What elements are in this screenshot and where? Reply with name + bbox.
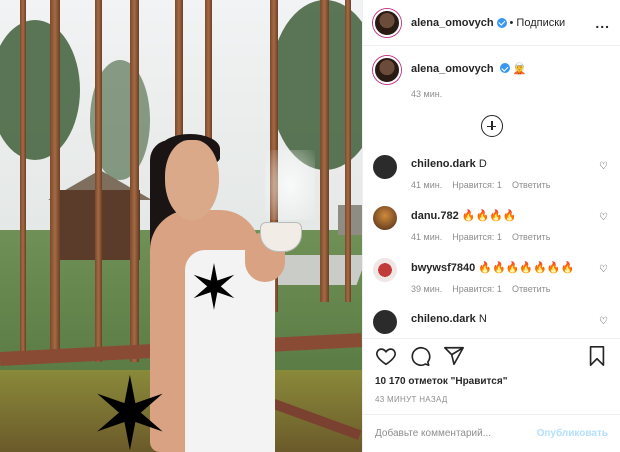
comment-time[interactable]: 41 мин. — [411, 232, 442, 242]
share-plane-icon[interactable] — [443, 345, 465, 367]
comment-text: D — [478, 158, 487, 170]
reply-button[interactable]: Ответить — [512, 232, 550, 242]
like-comment-icon[interactable]: ♡ — [599, 316, 608, 327]
like-comment-icon[interactable]: ♡ — [599, 264, 608, 275]
censor-star-icon: ✶ — [188, 254, 240, 323]
avatar[interactable] — [373, 310, 397, 334]
avatar[interactable] — [373, 155, 397, 179]
post-photo[interactable]: ✶ ✶ — [0, 0, 362, 452]
photo-tree-trunk — [95, 0, 102, 362]
comment-username[interactable]: danu.782 — [411, 210, 459, 222]
caption-text: alena_omovych 🧝 43 мин. — [411, 62, 526, 99]
like-heart-icon[interactable] — [375, 345, 397, 367]
comments-list[interactable]: alena_omovych 🧝 43 мин. chileno.dark D 4… — [363, 46, 620, 338]
like-comment-icon[interactable]: ♡ — [599, 161, 608, 172]
post-time[interactable]: 43 МИНУТ НАЗАД — [363, 387, 620, 414]
likes-count[interactable]: 10 170 отметок "Нравится" — [363, 372, 620, 387]
censor-star-icon: ✶ — [88, 359, 172, 452]
photo-tree-trunk — [130, 0, 139, 362]
comment-bubble-icon[interactable] — [409, 345, 431, 367]
comment-item: bwywsf7840 🔥🔥🔥🔥🔥🔥🔥 39 мин. Нравится: 1 О… — [373, 258, 610, 294]
comment-text: 🔥🔥🔥🔥 — [461, 210, 517, 222]
header-username[interactable]: alena_omovych — [411, 17, 494, 29]
photo-tree-trunk — [345, 0, 351, 302]
verified-icon — [499, 63, 510, 73]
comment-likes[interactable]: Нравится: 1 — [452, 284, 502, 294]
avatar[interactable] — [373, 56, 401, 84]
photo-tree-trunk — [20, 0, 26, 362]
comment-text: 🔥🔥🔥🔥🔥🔥🔥 — [478, 262, 575, 274]
post-sidebar: alena_omovych • Подписки ... alena_omovy… — [362, 0, 620, 452]
reply-button[interactable]: Ответить — [512, 284, 550, 294]
separator-dot: • — [509, 16, 514, 29]
comment-username[interactable]: chileno.dark — [411, 313, 476, 325]
photo-cup — [260, 222, 302, 252]
photo-tree-trunk — [320, 0, 329, 302]
comment-text: N — [478, 313, 487, 325]
comment-item: chileno.dark N ♡ — [373, 310, 610, 334]
load-more-comments-icon[interactable] — [480, 115, 503, 137]
comment-likes[interactable]: Нравится: 1 — [452, 180, 502, 190]
comment-input[interactable] — [375, 428, 537, 439]
verified-icon — [496, 17, 507, 28]
avatar[interactable] — [373, 258, 397, 282]
bookmark-icon[interactable] — [586, 345, 608, 367]
comment-username[interactable]: bwywsf7840 — [411, 262, 475, 274]
comment-item: danu.782 🔥🔥🔥🔥 41 мин. Нравится: 1 Ответи… — [373, 206, 610, 242]
follow-button[interactable]: Подписки — [516, 17, 565, 29]
photo-tree-trunk — [205, 0, 212, 152]
comment-likes[interactable]: Нравится: 1 — [452, 232, 502, 242]
comment-time[interactable]: 39 мин. — [411, 284, 442, 294]
caption-time[interactable]: 43 мин. — [411, 89, 526, 99]
like-comment-icon[interactable]: ♡ — [599, 212, 608, 223]
instagram-post: ✶ ✶ alena_omovych • Подписки ... alena_o… — [0, 0, 620, 452]
avatar[interactable] — [373, 206, 397, 230]
post-caption: alena_omovych 🧝 43 мин. — [373, 56, 610, 99]
comment-time[interactable]: 41 мин. — [411, 180, 442, 190]
more-options-icon[interactable]: ... — [595, 15, 610, 31]
reply-button[interactable]: Ответить — [512, 180, 550, 190]
photo-person-head — [165, 140, 219, 220]
photo-tree-trunk — [50, 0, 60, 362]
add-comment-bar: Опубликовать — [363, 414, 620, 452]
caption-emoji: 🧝 — [512, 63, 527, 75]
post-header: alena_omovych • Подписки ... — [363, 0, 620, 46]
post-actions — [363, 338, 620, 372]
photo-steam — [265, 150, 315, 220]
avatar[interactable] — [373, 8, 401, 37]
publish-button[interactable]: Опубликовать — [537, 428, 608, 439]
comment-item: chileno.dark D 41 мин. Нравится: 1 Ответ… — [373, 155, 610, 190]
caption-username[interactable]: alena_omovych — [411, 63, 494, 75]
comment-username[interactable]: chileno.dark — [411, 158, 476, 170]
